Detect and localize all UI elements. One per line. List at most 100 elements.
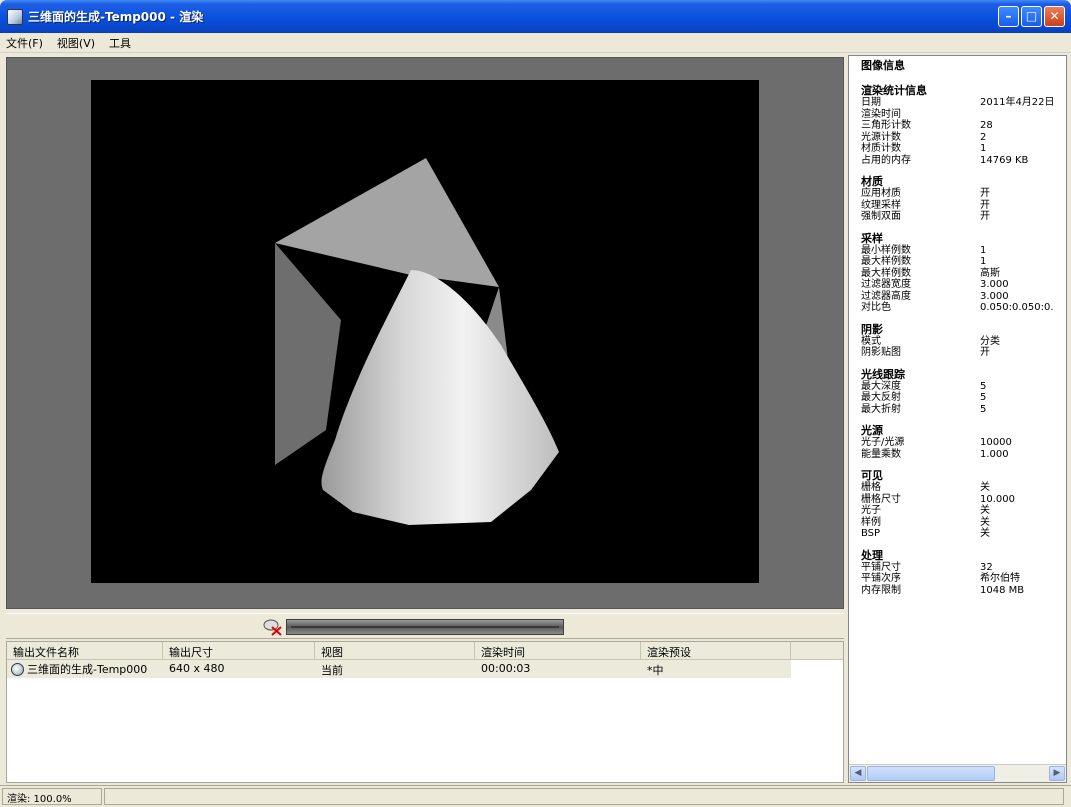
- property-key: 栅格尺寸: [861, 493, 901, 505]
- property-row: 最大折射 5: [861, 404, 1066, 416]
- property-key: 栅格: [861, 482, 881, 493]
- property-key: 日期: [861, 97, 881, 108]
- property-key: 对比色: [861, 302, 891, 313]
- property-value: 2011年4月22日: [980, 97, 1055, 108]
- info-section: 材质 应用材质开纹理采样开强制双面开: [861, 175, 1066, 223]
- property-key: 样例: [861, 516, 881, 528]
- property-value: 1.000: [980, 448, 1009, 460]
- property-value: 1: [980, 143, 987, 154]
- section-title: 采样: [861, 231, 883, 245]
- property-key: 最大折射: [861, 403, 901, 415]
- property-row: 纹理采样 开: [861, 200, 1066, 212]
- scroll-thumb[interactable]: [867, 766, 995, 781]
- property-value: 5: [980, 403, 987, 415]
- property-row: 阴影贴图 开: [861, 347, 1066, 359]
- property-value: 开: [980, 188, 990, 199]
- panel-title: 图像信息: [861, 59, 905, 72]
- property-key: 光源计数: [861, 131, 901, 143]
- list-row[interactable]: 三维面的生成-Temp000 640 x 480 当前 00:00:03 *中: [7, 660, 791, 678]
- output-list: 输出文件名称 输出尺寸 视图 渲染时间 渲染预设 三维面的生成-Temp000 …: [6, 641, 844, 783]
- column-header-name[interactable]: 输出文件名称: [7, 642, 163, 659]
- scroll-right-arrow-icon[interactable]: ▶: [1049, 766, 1065, 781]
- section-title: 材质: [861, 175, 883, 188]
- property-key: 阴影贴图: [861, 347, 901, 358]
- info-section: 可见 栅格关栅格尺寸 10.000 光子关样例关 BSP 关: [861, 469, 1066, 540]
- info-section: 处理 平铺尺寸 32 平铺次序 希尔伯特 内存限制 1048 MB: [861, 549, 1066, 597]
- property-key: 应用材质: [861, 188, 901, 199]
- property-key: 最小样例数: [861, 244, 911, 256]
- property-row: BSP 关: [861, 528, 1066, 540]
- cell-name-text: 三维面的生成-Temp000: [27, 663, 148, 676]
- column-header-time[interactable]: 渲染时间: [475, 642, 641, 659]
- image-info-pane: 图像信息 渲染统计信息 日期 2011年4月22日 渲染时间 三角形计数 28 光源计数 2 材…: [848, 55, 1067, 783]
- property-key: 模式: [861, 335, 881, 347]
- status-render-progress: 渲染: 100.0%: [2, 788, 102, 805]
- property-row: 样例 关: [861, 517, 1066, 529]
- render-viewport[interactable]: [6, 57, 844, 609]
- property-value: 10000: [980, 437, 1012, 448]
- property-value: 关: [980, 505, 990, 516]
- section-title: 处理: [861, 548, 883, 562]
- cancel-render-icon[interactable]: [262, 618, 284, 636]
- menu-view[interactable]: 视图(V): [57, 35, 95, 51]
- property-row: 最小样例数 1: [861, 245, 1066, 257]
- column-header-size[interactable]: 输出尺寸: [163, 642, 315, 659]
- property-key: 强制双面: [861, 211, 901, 222]
- menu-file[interactable]: 文件(F): [6, 35, 43, 51]
- property-key: 光子/光源: [861, 437, 905, 448]
- property-row: 光源计数 2: [861, 132, 1066, 144]
- section-title: 光线跟踪: [861, 367, 905, 381]
- property-value: 3.000: [980, 290, 1009, 302]
- close-button[interactable]: ✕: [1044, 6, 1065, 27]
- title-bar[interactable]: 三维面的生成-Temp000 - 渲染 – □ ✕: [0, 0, 1071, 33]
- property-row: 占用的内存 14769 KB: [861, 155, 1066, 167]
- property-row: 日期 2011年4月22日: [861, 97, 1066, 109]
- property-key: 占用的内存: [861, 154, 911, 166]
- property-row: 平铺尺寸 32: [861, 562, 1066, 574]
- image-info-panel[interactable]: 图像信息 渲染统计信息 日期 2011年4月22日 渲染时间 三角形计数 28 光源计数 2 材…: [849, 56, 1066, 764]
- info-section: 阴影 模式 分类 阴影贴图 开: [861, 323, 1066, 359]
- column-header-view[interactable]: 视图: [315, 642, 475, 659]
- property-key: 材质计数: [861, 143, 901, 154]
- cell-view: 当前: [321, 664, 343, 677]
- property-key: 平铺尺寸: [861, 561, 901, 573]
- window-controls: – □ ✕: [998, 6, 1065, 27]
- property-value: 28: [980, 120, 993, 131]
- property-value: 开: [980, 347, 990, 358]
- property-key: 光子: [861, 505, 881, 516]
- cell-size: 640 x 480: [169, 662, 225, 675]
- property-row: 对比色 0.050:0.050:0.: [861, 302, 1066, 314]
- render-file-icon: [11, 662, 24, 676]
- property-value: 关: [980, 528, 990, 539]
- property-row: 三角形计数 28: [861, 120, 1066, 132]
- rendered-image: [91, 80, 759, 583]
- property-row: 最大反射 5: [861, 392, 1066, 404]
- property-key: 纹理采样: [861, 199, 901, 211]
- horizontal-scrollbar[interactable]: ◀ ▶: [849, 764, 1066, 782]
- property-row: 渲染时间: [861, 109, 1066, 121]
- property-row: 最大样例数 1: [861, 256, 1066, 268]
- property-row: 光子/光源 10000: [861, 437, 1066, 449]
- property-key: 内存限制: [861, 584, 901, 596]
- info-section: 渲染统计信息 日期 2011年4月22日 渲染时间 三角形计数 28 光源计数 2 材质计数 1 占…: [861, 84, 1066, 166]
- column-header-preset[interactable]: 渲染预设: [641, 642, 791, 659]
- property-value: 1: [980, 244, 987, 256]
- property-value: 关: [980, 482, 990, 493]
- property-row: 模式 分类: [861, 336, 1066, 348]
- minimize-button[interactable]: –: [998, 6, 1019, 27]
- property-key: 能量乘数: [861, 448, 901, 460]
- property-key: 最大样例数: [861, 267, 911, 279]
- info-section: 光线跟踪 最大深度 5 最大反射 5 最大折射 5: [861, 368, 1066, 416]
- property-row: 栅格尺寸 10.000: [861, 494, 1066, 506]
- menu-tools[interactable]: 工具: [109, 35, 131, 51]
- property-value: 希尔伯特: [980, 573, 1020, 584]
- maximize-button[interactable]: □: [1021, 6, 1042, 27]
- property-key: BSP: [861, 528, 881, 539]
- property-value: 1: [980, 256, 987, 267]
- property-key: 最大反射: [861, 392, 901, 403]
- property-value: 5: [980, 380, 987, 392]
- property-value: 关: [980, 516, 990, 528]
- property-value: 开: [980, 211, 990, 222]
- scroll-left-arrow-icon[interactable]: ◀: [850, 766, 866, 781]
- property-key: 过滤器高度: [861, 290, 911, 302]
